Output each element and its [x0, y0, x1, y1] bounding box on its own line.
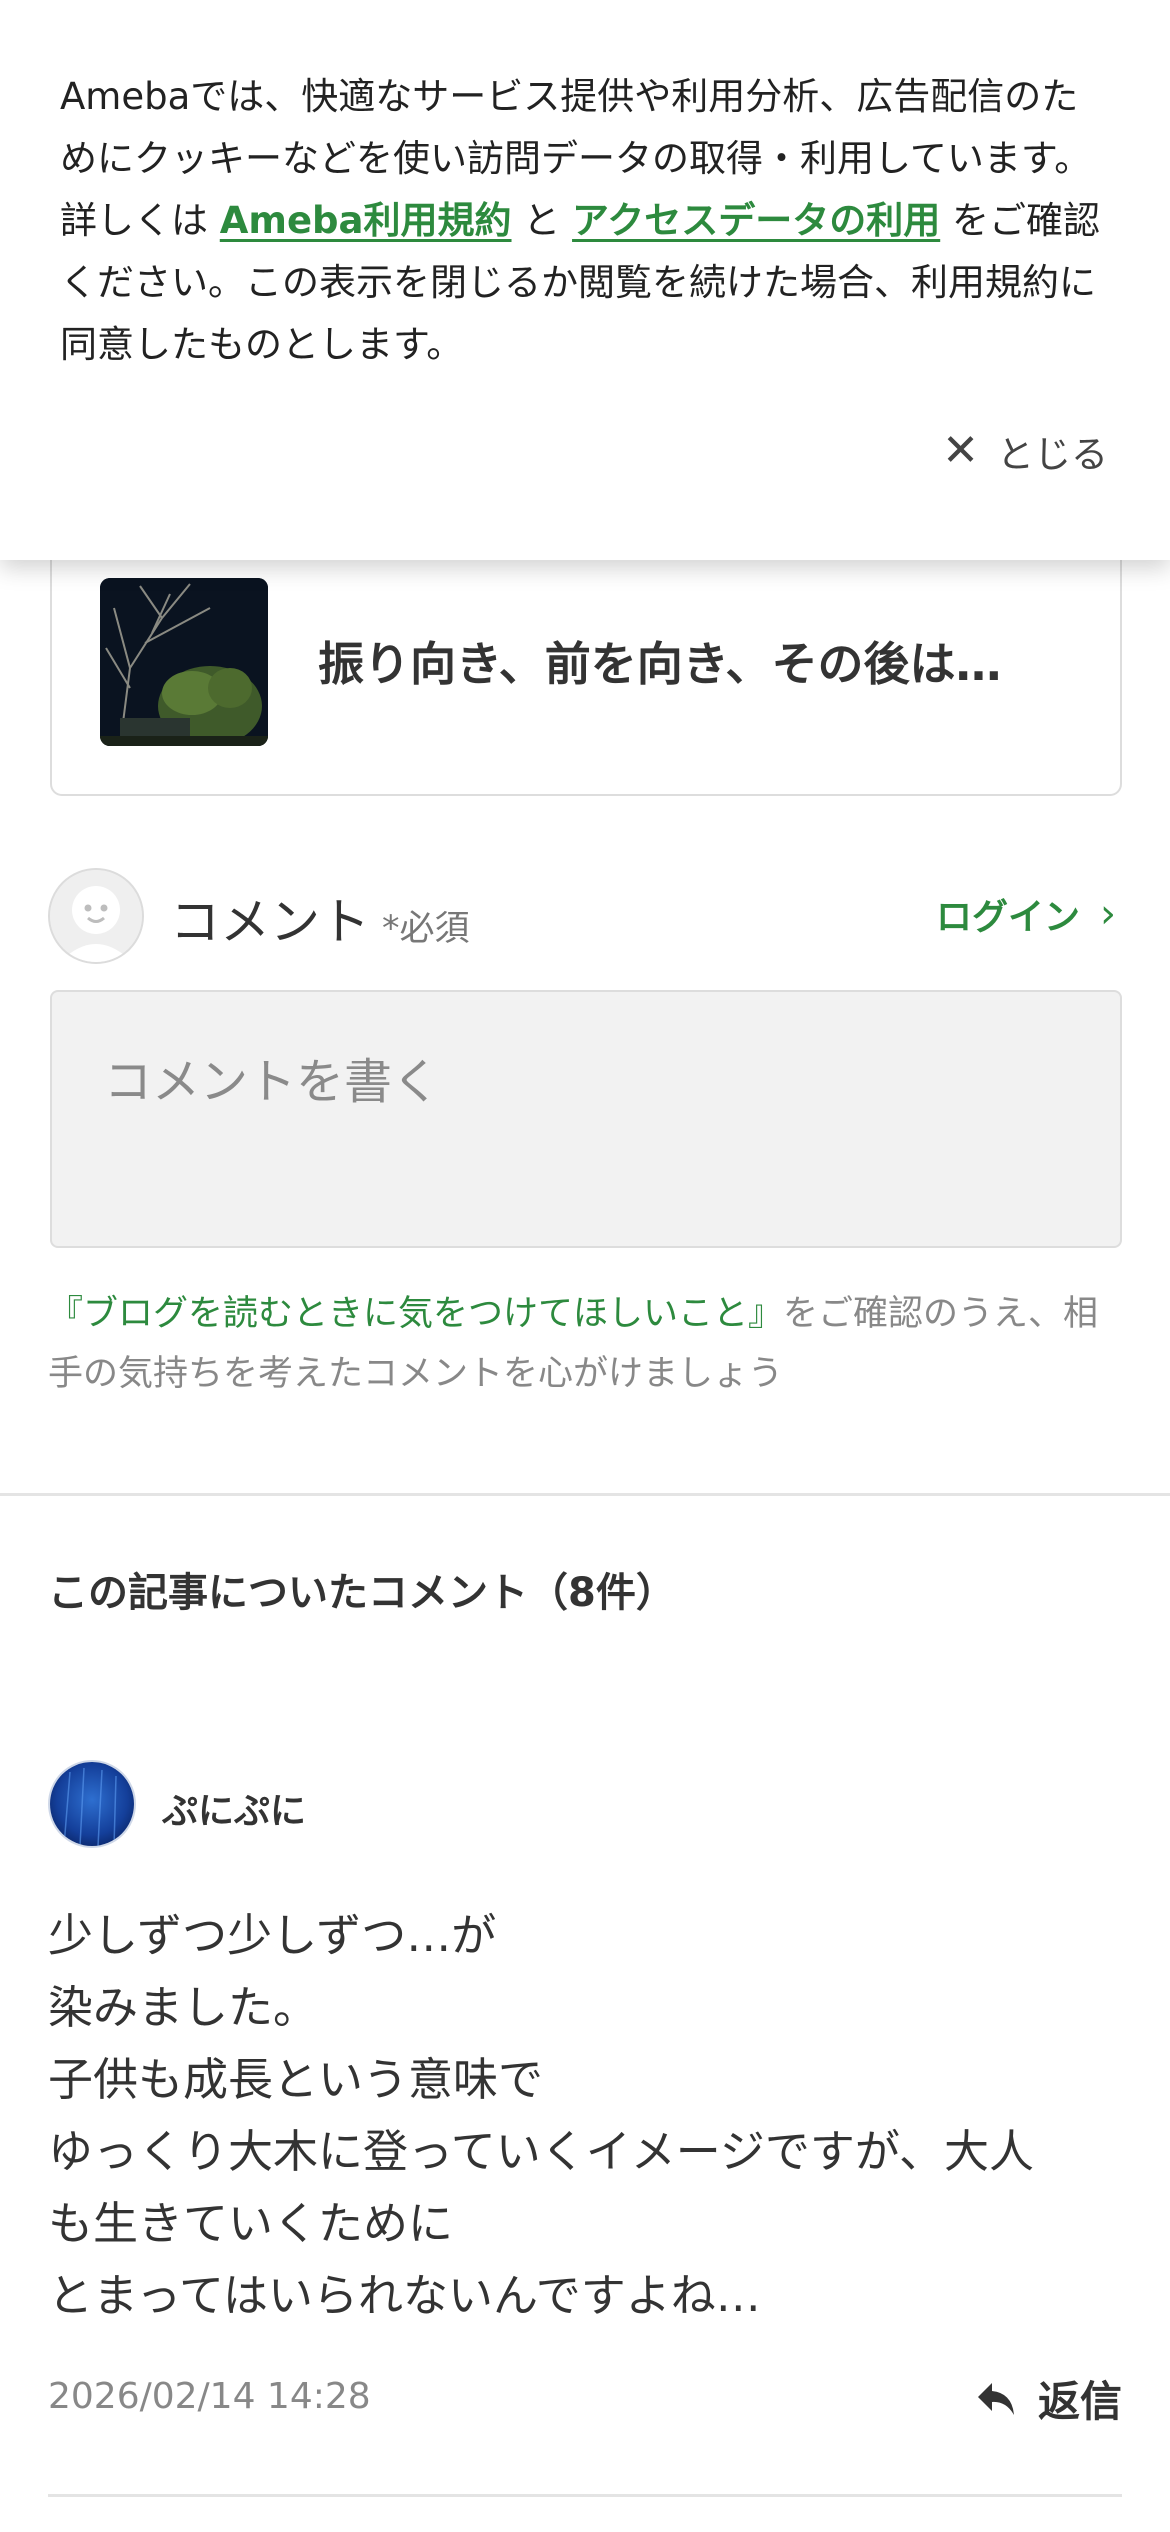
comment-line: ゆっくり大木に登っていくイメージですが、大人 [48, 2125, 1034, 2178]
user-name[interactable]: ぷにぷに [162, 1782, 306, 1834]
user-avatar[interactable] [48, 1760, 136, 1848]
comment-line: 少しずつ少しずつ…が [48, 1909, 497, 1962]
comment-line: とまってはいられないんですよね… [48, 2269, 761, 2322]
reply-label: 返信 [1037, 2377, 1122, 2426]
comment-form-header: コメント *必須 ログイン › [48, 868, 1122, 968]
article-title[interactable]: 振り向き、前を向き、その後は… [318, 628, 1002, 694]
close-banner-button[interactable]: ✕ とじる [942, 424, 1108, 478]
login-link[interactable]: ログイン › [936, 888, 1116, 940]
section-divider [0, 1493, 1170, 1496]
article-thumbnail [100, 578, 268, 746]
comment-timestamp: 2026/02/14 14:28 [48, 2376, 371, 2417]
comment-body: 少しずつ少しずつ…が 染みました。 子供も成長という意味で ゆっくり大木に登って… [48, 1900, 1128, 2332]
comment-line: も生きていくために [48, 2197, 454, 2250]
comment-line: 染みました。 [48, 1981, 319, 2034]
reply-button[interactable]: 返信 [976, 2368, 1122, 2429]
related-article-card[interactable]: 振り向き、前を向き、その後は… [50, 520, 1122, 796]
login-label: ログイン [935, 897, 1080, 938]
comment-guideline-notice: 『ブログを読むときに気をつけてほしいこと』をご確認のうえ、相手の気持ちを考えたコ… [48, 1294, 1099, 1394]
reply-icon [977, 2382, 1014, 2415]
comment-divider [48, 2494, 1122, 2497]
comment-input[interactable]: コメントを書く [50, 990, 1122, 1248]
access-data-link[interactable]: アクセスデータの利用 [572, 199, 940, 242]
chevron-right-icon: › [1100, 891, 1116, 937]
comment-label: コメント [170, 893, 370, 951]
required-label: *必須 [382, 909, 470, 949]
cookie-banner: Amebaでは、快適なサービス提供や利用分析、広告配信のためにクッキーなどを使い… [0, 0, 1170, 560]
close-label: とじる [997, 433, 1108, 476]
cookie-notice-text: Amebaでは、快適なサービス提供や利用分析、広告配信のためにクッキーなどを使い… [60, 75, 1100, 366]
comment-line: 子供も成長という意味で [48, 2053, 544, 2106]
guest-avatar [48, 868, 144, 964]
close-icon: ✕ [942, 425, 979, 476]
guideline-link[interactable]: 『ブログを読むときに気をつけてほしいこと』 [48, 1294, 783, 1334]
terms-link[interactable]: Ameba利用規約 [220, 199, 512, 242]
comments-section-title: この記事についたコメント（8件） [48, 1570, 676, 1616]
comment-placeholder: コメントを書く [104, 1054, 441, 1110]
